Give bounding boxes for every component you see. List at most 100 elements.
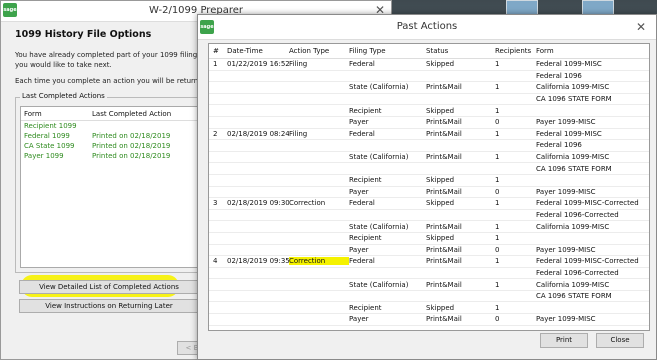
cell-action-type: Filing xyxy=(289,129,308,138)
view-detailed-list-button[interactable]: View Detailed List of Completed Actions xyxy=(19,280,199,294)
list-item-form: CA State 1099 xyxy=(24,142,75,150)
view-instructions-button[interactable]: View Instructions on Returning Later xyxy=(19,299,199,313)
cell-filing-type: Federal xyxy=(349,60,375,69)
cell-filing-type: Recipient xyxy=(349,106,382,115)
cell-date-time: 02/18/2019 08:24 xyxy=(227,129,289,138)
list-item-action: Printed on 02/18/2019 xyxy=(92,142,171,150)
list-item[interactable]: Payer 1099 Printed on 02/18/2019 xyxy=(21,151,199,161)
cell-filing-type: Federal xyxy=(349,199,375,208)
cell-filing-type: Recipient xyxy=(349,176,382,185)
cell-status: Print&Mail xyxy=(426,280,462,289)
table-row[interactable]: State (California) Print&Mail 1 California … xyxy=(209,82,649,94)
list-item[interactable]: CA State 1099 Printed on 02/18/2019 xyxy=(21,141,199,151)
list-item[interactable]: Recipient 1099 xyxy=(21,121,199,131)
print-button[interactable]: Print xyxy=(540,333,588,348)
cell-recipients: 0 xyxy=(495,245,500,254)
list-item-form: Payer 1099 xyxy=(24,152,64,160)
cell-status: Skipped xyxy=(426,60,455,69)
table-row[interactable]: CA 1096 STATE FORM xyxy=(209,94,649,106)
cell-status: Print&Mail xyxy=(426,118,462,127)
completed-actions-list[interactable]: Form Last Completed Action Recipient 109… xyxy=(20,106,200,268)
table-body: 1 01/22/2019 16:52 Filing Federal Skipped 1 Fe… xyxy=(209,59,649,326)
list-header: Form Last Completed Action xyxy=(21,107,199,121)
cell-form: Federal 1099-MISC-Corrected xyxy=(536,257,639,266)
cell-status: Skipped xyxy=(426,303,455,312)
cell-date-time: 02/18/2019 09:35 xyxy=(227,257,289,266)
cell-action-type: Correction xyxy=(289,257,349,266)
col-date-time[interactable]: Date-Time xyxy=(227,47,289,55)
dialog-title: Past Actions xyxy=(396,21,458,32)
table-row[interactable]: State (California) Print&Mail 1 California … xyxy=(209,279,649,291)
cell-recipients: 1 xyxy=(495,106,500,115)
cell-recipients: 1 xyxy=(495,199,500,208)
table-row[interactable]: Payer Print&Mail 0 Payer 1099-MISC xyxy=(209,117,649,129)
table-row[interactable]: Recipient Skipped 1 xyxy=(209,105,649,117)
cell-action-type: Filing xyxy=(289,60,308,69)
cell-recipients: 1 xyxy=(495,176,500,185)
table-row[interactable]: Recipient Skipped 1 xyxy=(209,233,649,245)
table-row[interactable]: Payer Print&Mail 0 Payer 1099-MISC xyxy=(209,245,649,257)
table-header: # Date-Time Action Type Filing Type Stat… xyxy=(209,44,649,59)
close-button[interactable]: Close xyxy=(596,333,644,348)
table-row[interactable]: CA 1096 STATE FORM xyxy=(209,291,649,303)
list-item-form: Federal 1099 xyxy=(24,132,70,140)
cell-form: CA 1096 STATE FORM xyxy=(536,95,612,104)
col-action-type[interactable]: Action Type xyxy=(289,47,349,55)
cell-form: California 1099-MISC xyxy=(536,280,610,289)
page-heading: 1099 History File Options xyxy=(15,29,152,40)
table-row[interactable]: State (California) Print&Mail 1 California … xyxy=(209,221,649,233)
past-actions-table[interactable]: # Date-Time Action Type Filing Type Stat… xyxy=(208,43,650,331)
cell-recipients: 1 xyxy=(495,60,500,69)
list-item[interactable]: Federal 1099 Printed on 02/18/2019 xyxy=(21,131,199,141)
cell-form: Federal 1099-MISC-Corrected xyxy=(536,199,639,208)
table-row[interactable]: Federal 1096-Corrected xyxy=(209,210,649,222)
table-row[interactable]: Federal 1096 xyxy=(209,71,649,83)
cell-recipients: 1 xyxy=(495,129,500,138)
cell-status: Print&Mail xyxy=(426,245,462,254)
column-form[interactable]: Form xyxy=(21,110,92,118)
column-last-action[interactable]: Last Completed Action xyxy=(92,110,171,118)
close-icon[interactable]: ✕ xyxy=(636,20,646,34)
cell-form: Payer 1099-MISC xyxy=(536,315,596,324)
list-item-action: Printed on 02/18/2019 xyxy=(92,152,171,160)
cell-filing-type: State (California) xyxy=(349,280,409,289)
cell-filing-type: Recipient xyxy=(349,303,382,312)
table-row[interactable]: 2 02/18/2019 08:24 Filing Federal Print&Mail… xyxy=(209,129,649,141)
cell-filing-type: Federal xyxy=(349,129,375,138)
table-row[interactable]: CA 1096 STATE FORM xyxy=(209,163,649,175)
cell-number: 4 xyxy=(213,257,218,266)
col-form[interactable]: Form xyxy=(536,47,646,55)
cell-recipients: 0 xyxy=(495,118,500,127)
table-row[interactable]: State (California) Print&Mail 1 California … xyxy=(209,152,649,164)
cell-recipients: 1 xyxy=(495,257,500,266)
col-recipients[interactable]: Recipients xyxy=(495,47,536,55)
table-row[interactable]: Recipient Skipped 1 xyxy=(209,175,649,187)
table-row[interactable]: Recipient Skipped 1 xyxy=(209,302,649,315)
col-filing-type[interactable]: Filing Type xyxy=(349,47,426,55)
cell-status: Skipped xyxy=(426,176,455,185)
cell-filing-type: State (California) xyxy=(349,83,409,92)
table-row[interactable]: 4 02/18/2019 09:35 Correction Federal Print&… xyxy=(209,256,649,268)
cell-form: California 1099-MISC xyxy=(536,83,610,92)
cell-recipients: 1 xyxy=(495,222,500,231)
table-row[interactable]: 1 01/22/2019 16:52 Filing Federal Skipped 1 Fe… xyxy=(209,59,649,71)
cell-filing-type: State (California) xyxy=(349,153,409,162)
table-row[interactable]: Payer Print&Mail 0 Payer 1099-MISC xyxy=(209,314,649,326)
cell-form: Federal 1099-MISC xyxy=(536,60,602,69)
cell-filing-type: Payer xyxy=(349,118,369,127)
cell-form: Federal 1099-MISC xyxy=(536,129,602,138)
cell-form: Federal 1096 xyxy=(536,141,582,150)
cell-filing-type: Payer xyxy=(349,187,369,196)
table-row[interactable]: Payer Print&Mail 0 Payer 1099-MISC xyxy=(209,187,649,199)
list-item-form: Recipient 1099 xyxy=(24,122,77,130)
col-number[interactable]: # xyxy=(209,47,227,55)
cell-status: Print&Mail xyxy=(426,153,462,162)
table-row[interactable]: Federal 1096 xyxy=(209,140,649,152)
cell-status: Print&Mail xyxy=(426,129,462,138)
table-row[interactable]: Federal 1096-Corrected xyxy=(209,268,649,280)
col-status[interactable]: Status xyxy=(426,47,495,55)
table-row[interactable]: 3 02/18/2019 09:30 Correction Federal Skippe… xyxy=(209,198,649,210)
cell-status: Print&Mail xyxy=(426,187,462,196)
cell-number: 1 xyxy=(213,60,218,69)
cell-recipients: 1 xyxy=(495,303,500,312)
